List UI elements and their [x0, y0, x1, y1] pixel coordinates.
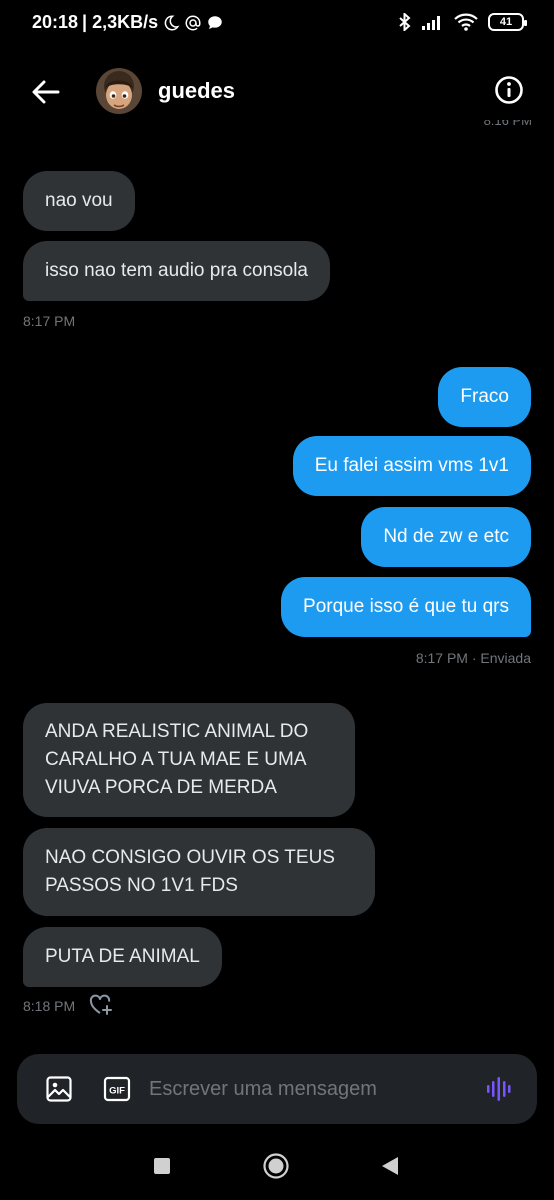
status-time: 20:18 — [32, 12, 79, 32]
add-reaction-icon[interactable] — [89, 994, 113, 1016]
message-timestamp: 8:18 PM — [23, 998, 76, 1014]
bluetooth-icon — [399, 13, 411, 31]
received-message[interactable]: isso nao tem audio pra consola — [23, 241, 330, 301]
moon-icon — [164, 14, 180, 30]
message-timestamp: 8:17 PM — [23, 313, 76, 329]
svg-text:GIF: GIF — [109, 1086, 125, 1097]
avatar[interactable] — [96, 68, 142, 114]
status-net-speed: | 2,3KB/s — [82, 12, 159, 32]
recent-apps-icon[interactable] — [148, 1152, 176, 1180]
received-message[interactable]: PUTA DE ANIMAL — [23, 927, 222, 987]
received-message[interactable]: NAO CONSIGO OUVIR OS TEUS PASSOS NO 1V1 … — [23, 828, 375, 916]
home-icon[interactable] — [262, 1152, 290, 1180]
sent-message[interactable]: Nd de zw e etc — [361, 507, 531, 567]
received-message[interactable]: nao vou — [23, 171, 135, 231]
conversation-header: guedes — [0, 60, 554, 122]
message-composer: GIF — [17, 1054, 537, 1124]
received-message[interactable]: ANDA REALISTIC ANIMAL DO CARALHO A TUA M… — [23, 703, 355, 817]
contact-name[interactable]: guedes — [158, 78, 235, 104]
at-sign-icon — [185, 14, 201, 30]
battery-indicator: 41 — [488, 13, 527, 31]
sent-message[interactable]: Fraco — [438, 367, 531, 427]
cellular-signal-icon — [422, 16, 440, 30]
system-navigation-bar — [0, 1140, 554, 1200]
info-icon[interactable] — [494, 75, 524, 105]
voice-message-icon[interactable] — [485, 1075, 513, 1103]
gif-icon[interactable]: GIF — [103, 1075, 131, 1103]
sent-message[interactable]: Eu falei assim vms 1v1 — [292, 436, 531, 496]
back-triangle-icon[interactable] — [376, 1152, 404, 1180]
wifi-icon — [454, 13, 478, 31]
chat-bubble-icon — [208, 15, 222, 29]
message-input[interactable] — [149, 1074, 469, 1104]
sent-message[interactable]: Porque isso é que tu qrs — [281, 577, 531, 637]
status-bar: 20:18 | 2,3KB/s 41 — [0, 0, 554, 50]
previous-timestamp: 8:16 PM — [483, 120, 532, 128]
message-status: 8:17 PM · Enviada — [415, 650, 531, 666]
image-icon[interactable] — [45, 1075, 73, 1103]
back-arrow-icon[interactable] — [30, 76, 62, 108]
